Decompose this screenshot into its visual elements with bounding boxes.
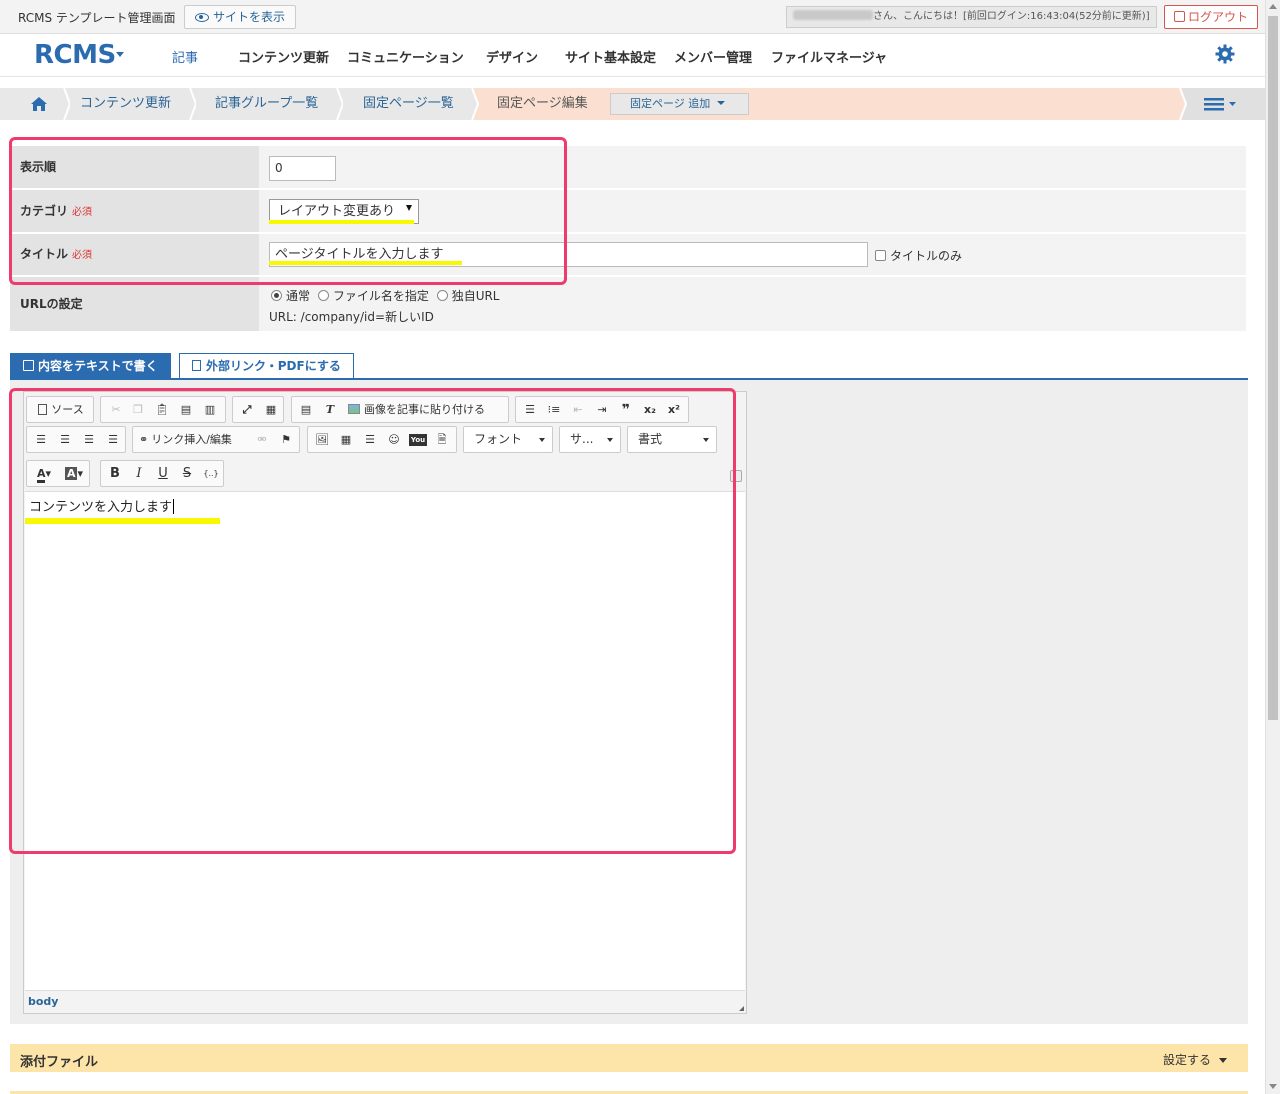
app-title: RCMS テンプレート管理画面 bbox=[18, 11, 176, 25]
hamburger-menu-icon bbox=[1204, 98, 1236, 111]
url-preview: URL: /company/id=新しいID bbox=[269, 310, 434, 324]
attachments-set-button[interactable]: 設定する bbox=[1163, 1051, 1228, 1068]
logout-button[interactable]: ログアウト bbox=[1164, 5, 1258, 29]
tab-write-text[interactable]: 内容をテキストで書く bbox=[10, 353, 171, 379]
chevron-down-icon bbox=[1219, 1058, 1228, 1063]
annotation-box-editor bbox=[9, 388, 736, 854]
breadcrumb-separator bbox=[329, 88, 343, 120]
document-icon bbox=[192, 360, 201, 371]
annotation-box-form bbox=[9, 137, 567, 285]
edit-icon bbox=[23, 360, 34, 371]
blurred-user-name bbox=[793, 10, 873, 20]
attachments-title: 添付ファイル bbox=[20, 1055, 99, 1070]
resize-handle[interactable] bbox=[739, 1006, 744, 1011]
url-option-normal[interactable]: 通常 bbox=[271, 289, 310, 303]
url-option-filename[interactable]: ファイル名を指定 bbox=[317, 289, 429, 303]
rcms-logo[interactable]: RCMS bbox=[34, 40, 116, 70]
breadcrumb-separator bbox=[182, 88, 196, 120]
main-nav: RCMS 記事 コンテンツ更新 コミュニケーション デザイン サイト基本設定 メ… bbox=[0, 35, 1265, 77]
breadcrumb-article-groups[interactable]: 記事グループ一覧 bbox=[190, 88, 337, 120]
scrollbar-thumb[interactable] bbox=[1268, 16, 1278, 720]
checkbox-icon[interactable] bbox=[875, 250, 886, 261]
tab-external-link-pdf[interactable]: 外部リンク・PDFにする bbox=[179, 353, 354, 379]
radio-selected-icon[interactable] bbox=[271, 290, 282, 301]
nav-item-design[interactable]: デザイン bbox=[486, 47, 538, 66]
view-site-button[interactable]: サイトを表示 bbox=[184, 5, 297, 29]
breadcrumb: コンテンツ更新 記事グループ一覧 固定ページ一覧 固定ページ編集 固定ページ 追… bbox=[0, 88, 1265, 120]
url-option-custom[interactable]: 独自URL bbox=[436, 289, 500, 303]
form-row-url: URLの設定 通常 ファイル名を指定 独自URL URL: /company/i… bbox=[10, 277, 1246, 331]
nav-item-article[interactable]: 記事 bbox=[172, 47, 198, 66]
url-label: URLの設定 bbox=[10, 277, 259, 331]
gear-icon[interactable] bbox=[1215, 44, 1235, 64]
nav-item-site-settings[interactable]: サイト基本設定 bbox=[565, 47, 656, 66]
breadcrumb-separator bbox=[466, 88, 480, 120]
element-path[interactable]: body bbox=[28, 995, 58, 1008]
greeting-text: さん、こんにちは！[前回ログイン:16:43:04(52分前に更新)] bbox=[786, 6, 1157, 28]
breadcrumb-content-update[interactable]: コンテンツ更新 bbox=[64, 88, 190, 120]
breadcrumb-menu-button[interactable] bbox=[1179, 88, 1265, 120]
radio-icon[interactable] bbox=[317, 290, 329, 301]
chevron-down-icon bbox=[717, 101, 726, 105]
breadcrumb-home[interactable] bbox=[0, 88, 64, 120]
title-only-checkbox[interactable]: タイトルのみ bbox=[875, 247, 962, 264]
breadcrumb-fixed-pages[interactable]: 固定ページ一覧 bbox=[337, 88, 472, 120]
top-bar: RCMS テンプレート管理画面 サイトを表示 さん、こんにちは！[前回ログイン:… bbox=[0, 0, 1265, 34]
nav-item-file-manager[interactable]: ファイルマネージャ bbox=[771, 47, 887, 66]
attachments-section: 添付ファイル 設定する bbox=[10, 1044, 1248, 1072]
nav-item-communication[interactable]: コミュニケーション bbox=[347, 47, 464, 66]
vertical-scrollbar[interactable] bbox=[1265, 0, 1280, 1094]
logout-icon bbox=[1173, 11, 1185, 22]
chevron-down-icon[interactable] bbox=[116, 52, 124, 57]
scroll-down-arrow-icon[interactable] bbox=[1269, 1084, 1277, 1089]
scroll-up-arrow-icon[interactable] bbox=[1269, 4, 1277, 9]
breadcrumb-separator bbox=[56, 88, 70, 120]
eye-icon bbox=[195, 13, 209, 22]
nav-item-content-update[interactable]: コンテンツ更新 bbox=[238, 47, 329, 66]
add-fixed-page-button[interactable]: 固定ページ 追加 bbox=[610, 93, 749, 115]
nav-item-member[interactable]: メンバー管理 bbox=[674, 47, 752, 66]
url-options: 通常 ファイル名を指定 独自URL bbox=[271, 287, 500, 304]
home-icon bbox=[31, 97, 47, 111]
breadcrumb-current: 固定ページ編集 bbox=[497, 96, 588, 111]
radio-icon[interactable] bbox=[436, 290, 448, 301]
breadcrumb-separator bbox=[1179, 88, 1188, 120]
